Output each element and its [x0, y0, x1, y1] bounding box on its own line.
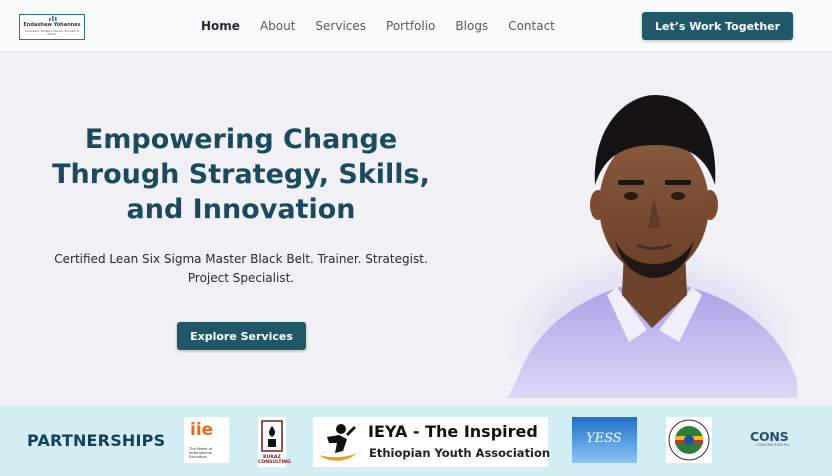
kuraz-name: KURAZ CONSULTING — [258, 455, 291, 465]
logo-bars-icon — [49, 16, 57, 21]
partner-logo-ieya[interactable]: IEYA - The Inspired Ethiopian Youth Asso… — [313, 417, 551, 467]
ieya-figure-icon — [319, 424, 357, 461]
nav-about[interactable]: About — [260, 18, 295, 34]
ieya-subtitle: Ethiopian Youth Association — [369, 446, 551, 460]
site-header: Endashaw Yohannes Consultant, Strategic … — [0, 0, 832, 52]
ieya-title: IEYA - The Inspired — [368, 422, 538, 441]
cons-wordmark: CONS — [750, 429, 789, 444]
nav-home[interactable]: Home — [201, 18, 240, 34]
main-nav: Home About Services Portfolio Blogs Cont… — [201, 18, 555, 34]
explore-services-button[interactable]: Explore Services — [177, 322, 306, 350]
hero-subtitle: Certified Lean Six Sigma Master Black Be… — [40, 250, 442, 288]
cons-subtitle: CONSTRUCTION PLC — [756, 443, 790, 447]
nav-portfolio[interactable]: Portfolio — [386, 18, 435, 34]
iie-tagline: The Power of International Education — [189, 447, 213, 459]
nav-services[interactable]: Services — [315, 18, 366, 34]
page: Endashaw Yohannes Consultant, Strategic … — [0, 0, 832, 476]
iie-mark: iie — [190, 420, 214, 440]
logo-name: Endashaw Yohannes — [23, 22, 81, 28]
logo-tagline: Consultant, Strategic Planner, Educator … — [24, 30, 80, 36]
partner-logo-kuraz[interactable]: KURAZ CONSULTING — [258, 417, 291, 467]
partnerships-section: PARTNERSHIPS iie The Power of Internatio… — [0, 406, 832, 476]
partner-logo-cons[interactable]: CONS CONSTRUCTION PLC — [746, 426, 798, 456]
work-together-button[interactable]: Let’s Work Together — [642, 12, 793, 40]
hero-title-line-1: Empowering Change — [84, 124, 398, 155]
partner-logo-iie[interactable]: iie The Power of International Education — [184, 417, 229, 463]
partner-logo-yess[interactable]: YESS — [572, 417, 637, 463]
government-seal-icon — [668, 419, 710, 461]
partner-logo-seal[interactable] — [666, 417, 712, 463]
hero-subtitle-line-2: Project Specialist. — [187, 271, 295, 285]
hero-subtitle-line-1: Certified Lean Six Sigma Master Black Be… — [54, 252, 428, 266]
partnerships-title: PARTNERSHIPS — [27, 431, 166, 450]
hero-title-line-2: Through Strategy, Skills, — [52, 159, 430, 190]
site-logo[interactable]: Endashaw Yohannes Consultant, Strategic … — [19, 14, 85, 40]
kuraz-lamp-icon — [261, 420, 283, 452]
hero-title-line-3: and Innovation — [126, 194, 356, 225]
nav-blogs[interactable]: Blogs — [455, 18, 488, 34]
portrait-photo — [497, 95, 807, 398]
hero-title: Empowering Change Through Strategy, Skil… — [40, 122, 442, 227]
yess-wordmark: YESS — [586, 431, 622, 446]
nav-contact[interactable]: Contact — [508, 18, 555, 34]
